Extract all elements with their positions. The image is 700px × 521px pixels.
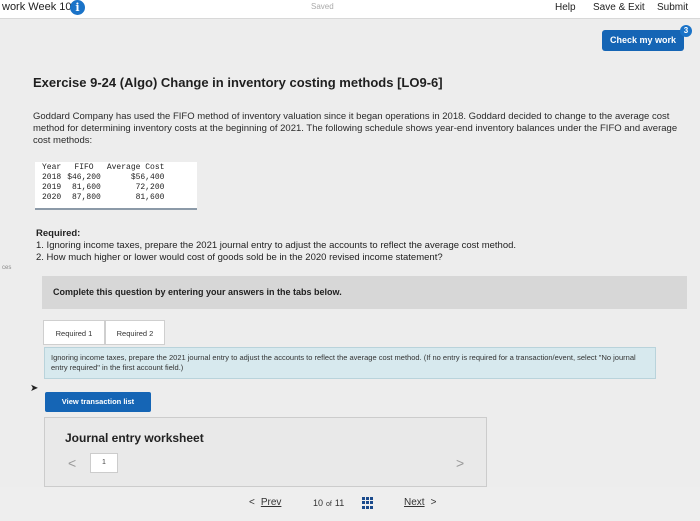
table-cell: 2020: [42, 193, 62, 202]
inventory-table: Year FIFO Average Cost 2018 $46,200 $56,…: [35, 162, 197, 210]
prev-label: Prev: [260, 497, 282, 508]
tab-instruction: Ignoring income taxes, prepare the 2021 …: [44, 347, 656, 379]
view-transaction-list-button[interactable]: View transaction list: [45, 392, 151, 412]
exercise-intro: Goddard Company has used the FIFO method…: [33, 111, 678, 146]
saved-status: Saved: [311, 2, 334, 11]
grid-icon[interactable]: [362, 497, 374, 509]
table-header-year: Year: [42, 163, 62, 172]
prev-button[interactable]: < Prev: [249, 497, 281, 508]
worksheet-prev-arrow-icon[interactable]: <: [68, 455, 76, 471]
table-row: 2019 81,600 72,200: [39, 183, 167, 193]
table-cell: 2019: [42, 183, 62, 192]
tab-required-1[interactable]: Required 1: [43, 320, 105, 345]
required-item-1: 1. Ignoring income taxes, prepare the 20…: [36, 240, 517, 251]
check-count-badge: 3: [680, 25, 692, 37]
table-cell: 87,800: [72, 193, 101, 202]
page-total: 11: [334, 498, 345, 508]
next-label: Next: [404, 497, 425, 508]
page-current: 10: [313, 498, 324, 508]
required-section: Required: 1. Ignoring income taxes, prep…: [36, 228, 516, 264]
required-heading: Required:: [36, 228, 81, 239]
info-icon[interactable]: i: [70, 0, 85, 15]
page-indicator: 10 of 11: [313, 498, 344, 508]
table-row: 2018 $46,200 $56,400: [39, 173, 167, 183]
journal-worksheet-panel: [44, 417, 487, 487]
worksheet-title: Journal entry worksheet: [65, 431, 204, 445]
help-link[interactable]: Help: [555, 2, 576, 13]
assignment-title: work Week 10: [2, 1, 72, 13]
table-cell: 81,600: [72, 183, 101, 192]
table-cell: $46,200: [67, 173, 101, 182]
side-label: ces: [2, 265, 12, 271]
table-cell: 81,600: [135, 193, 165, 202]
worksheet-page-box[interactable]: 1: [90, 453, 118, 473]
worksheet-next-arrow-icon[interactable]: >: [456, 455, 464, 471]
next-button[interactable]: Next >: [404, 497, 436, 508]
instructions-text: Complete this question by entering your …: [53, 287, 342, 297]
check-my-work-button[interactable]: Check my work: [602, 30, 684, 51]
table-header-average: Average Cost: [106, 163, 165, 172]
submit-link[interactable]: Submit: [657, 2, 688, 13]
table-cell: 72,200: [135, 183, 165, 192]
bottom-navigation: [0, 487, 700, 521]
prev-arrow-icon: <: [249, 497, 255, 508]
table-cell: $56,400: [130, 173, 165, 182]
table-row: 2020 87,800 81,600: [39, 193, 167, 203]
tab-required-2[interactable]: Required 2: [105, 320, 165, 345]
next-arrow-icon: >: [430, 497, 437, 508]
top-bar: work Week 10 i Saved Help Save & Exit Su…: [0, 0, 700, 19]
table-cell: 2018: [42, 173, 62, 182]
page-of: of: [326, 501, 332, 508]
exercise-title: Exercise 9-24 (Algo) Change in inventory…: [33, 75, 443, 90]
save-exit-link[interactable]: Save & Exit: [593, 2, 645, 13]
required-item-2: 2. How much higher or lower would cost o…: [36, 252, 443, 263]
mouse-cursor-icon: ➤: [30, 383, 39, 394]
table-header-fifo: FIFO: [74, 163, 94, 172]
